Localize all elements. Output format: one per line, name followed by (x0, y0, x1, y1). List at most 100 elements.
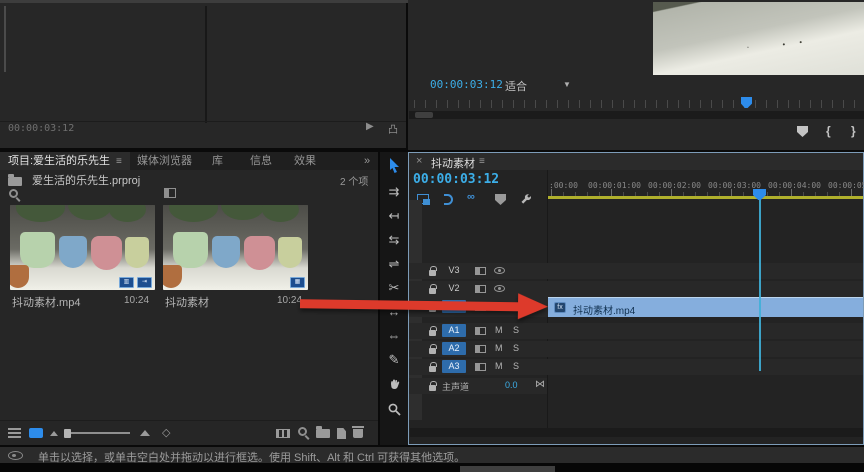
annotation-arrow (299, 286, 555, 326)
add-marker-icon[interactable] (797, 126, 808, 137)
zoom-out-icon[interactable] (50, 431, 58, 436)
project-item-thumbnail[interactable]: ▥ ⇥ (10, 205, 155, 290)
new-item-icon[interactable] (337, 428, 346, 439)
track-name-v3[interactable]: V3 (442, 264, 466, 277)
source-patch-icon[interactable] (475, 363, 486, 371)
audio-badge-icon: ⇥ (137, 277, 152, 288)
track-output-eye-icon[interactable] (494, 267, 505, 274)
program-scrubber-ruler[interactable] (414, 100, 864, 108)
timeline-clip[interactable]: fx 抖动素材.mp4 (548, 297, 863, 317)
track-name-a3[interactable]: A3 (442, 360, 466, 373)
filter-bin-icon[interactable] (164, 188, 176, 198)
selection-tool[interactable] (380, 154, 408, 178)
source-patch-icon[interactable] (475, 267, 486, 275)
lock-icon[interactable] (429, 362, 437, 372)
zoom-level-select[interactable]: 适合 ▼ (505, 76, 577, 93)
panel-menu-icon[interactable]: ≡ (116, 153, 122, 171)
timeline-tab-title[interactable]: 抖动素材 (431, 155, 475, 171)
project-bottom-toolbar: ◇ (0, 420, 378, 445)
tab-project[interactable]: 项目:爱生活的乐先生 (8, 152, 110, 170)
program-timecode: 00:00:03:12 (430, 78, 503, 91)
tab-effects[interactable]: 效果 (294, 152, 316, 170)
zoom-level-value: 适合 (505, 81, 527, 93)
tab-info[interactable]: 信息 (250, 152, 272, 170)
mark-in-icon[interactable]: { (826, 124, 831, 138)
zoom-tool[interactable] (380, 398, 408, 422)
find-icon[interactable] (298, 427, 307, 436)
work-area-bar[interactable] (548, 196, 863, 199)
new-bin-icon[interactable] (316, 426, 330, 438)
tab-libraries[interactable]: 库 (212, 152, 223, 170)
track-row-master: 主声道 0.0 ⋈ (409, 378, 547, 394)
lock-icon[interactable] (429, 344, 437, 354)
track-name-a1[interactable]: A1 (442, 324, 466, 337)
master-level-value[interactable]: 0.0 (505, 380, 518, 390)
track-name-a2[interactable]: A2 (442, 342, 466, 355)
icon-view-icon[interactable] (29, 428, 43, 438)
zoom-in-icon[interactable] (140, 430, 150, 436)
mute-button[interactable]: M (495, 361, 503, 371)
solo-button[interactable]: S (513, 343, 519, 353)
tab-overflow-icon[interactable]: » (364, 152, 370, 170)
pen-tool[interactable]: ✎ (380, 348, 408, 372)
slide-tool[interactable]: ⇔ (380, 324, 408, 348)
ripple-edit-tool[interactable]: ↤ (380, 204, 408, 228)
lock-icon[interactable] (429, 326, 437, 336)
selection-mode-icon (8, 451, 23, 460)
panel-menu-icon[interactable]: ≡ (479, 156, 485, 167)
search-input[interactable] (24, 186, 154, 200)
rate-stretch-tool[interactable]: ⇌ (380, 252, 408, 276)
master-fader-icon[interactable]: ⋈ (535, 379, 545, 390)
clip-label: 抖动素材.mp4 (573, 306, 636, 317)
solo-button[interactable]: S (513, 361, 519, 371)
timeline-settings-wrench-icon[interactable] (520, 193, 532, 205)
close-icon[interactable]: × (416, 155, 422, 167)
mark-out-icon[interactable]: } (851, 124, 856, 138)
program-video-preview (653, 2, 864, 75)
solo-button[interactable]: S (513, 325, 519, 335)
source-patch-icon[interactable] (475, 327, 486, 335)
mute-button[interactable]: M (495, 325, 503, 335)
source-patch-icon[interactable] (475, 345, 486, 353)
sort-icon[interactable]: ◇ (162, 426, 170, 439)
item-name[interactable]: 抖动素材.mp4 (12, 294, 80, 310)
automate-to-sequence-icon[interactable] (276, 429, 290, 438)
list-view-icon[interactable] (8, 428, 21, 438)
panel-divider (0, 121, 406, 122)
timeline-tab-bar: × 抖动素材 ≡ (409, 153, 863, 170)
item-duration: 10:24 (124, 295, 150, 306)
thumbnail-zoom-handle[interactable] (64, 429, 71, 438)
export-frame-icon[interactable]: 凸 (388, 121, 398, 136)
lock-icon[interactable] (429, 266, 437, 276)
program-scrollbar-handle[interactable] (415, 112, 433, 118)
source-monitor-panel: 00:00:03:12 ▶ 凸 (0, 3, 406, 148)
trash-icon[interactable] (352, 426, 364, 438)
item-name[interactable]: 抖动素材 (165, 294, 209, 310)
project-folder-icon (8, 174, 22, 186)
panel-edge-highlight (4, 6, 6, 72)
linked-selection-icon[interactable]: ∞ (467, 191, 475, 203)
project-item-thumbnail[interactable]: ▦ (163, 205, 308, 290)
rolling-edit-tool[interactable]: ⇆ (380, 228, 408, 252)
track-row-v3: V3 (409, 263, 863, 279)
project-panel-tabs: 项目:爱生活的乐先生 ≡ 媒体浏览器 库 信息 效果 » (0, 152, 378, 170)
tab-media-browser[interactable]: 媒体浏览器 (137, 152, 192, 170)
program-monitor-panel: 00:00:03:12 适合 ▼ { } (408, 0, 864, 150)
master-track-name[interactable]: 主声道 (442, 380, 469, 393)
track-row-a1: A1 M S (409, 323, 863, 339)
timeline-timecode[interactable]: 00:00:03:12 (413, 172, 499, 187)
chevron-down-icon: ▼ (563, 80, 571, 89)
timeline-scrollbar[interactable] (410, 428, 863, 437)
annotation-arrow-shaft (299, 299, 523, 312)
window-bottom-edge (0, 463, 864, 472)
playhead-line (759, 196, 761, 371)
program-scrollbar[interactable] (409, 111, 864, 119)
track-row-a2: A2 M S (409, 341, 863, 357)
hand-tool[interactable] (380, 374, 408, 398)
mute-button[interactable]: M (495, 343, 503, 353)
premiere-app-window: 00:00:03:12 ▶ 凸 00:00:03:12 适合 ▼ { } 项目:… (0, 0, 864, 472)
lock-icon[interactable] (429, 381, 437, 391)
playback-resolution-icon[interactable]: ▶ (366, 121, 374, 132)
thumbnail-zoom-slider[interactable] (68, 432, 130, 434)
track-select-forward-tool[interactable]: ⇉ (380, 180, 408, 204)
